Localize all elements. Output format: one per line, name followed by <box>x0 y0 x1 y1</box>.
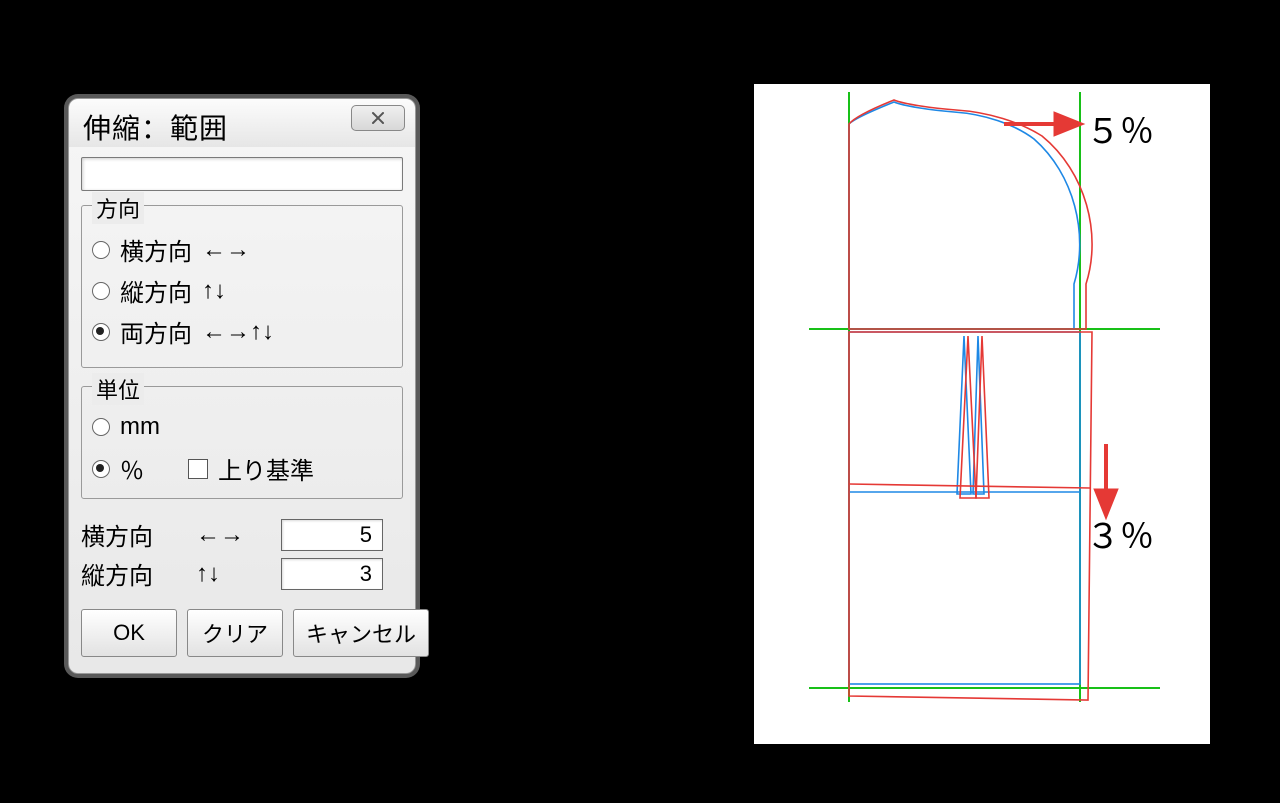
horizontal-label: 横方向 <box>81 517 196 552</box>
vertical-annotation: ３％ <box>1086 509 1154 558</box>
vertical-label: 縦方向 <box>81 556 196 591</box>
vertical-input[interactable]: 3 <box>281 558 383 590</box>
horizontal-input[interactable]: 5 <box>281 519 383 551</box>
unit-group: 単位 mm ％ 上り基準 <box>81 386 403 499</box>
arrows-icon: ↑↓ <box>196 560 281 588</box>
unit-option-mm[interactable]: mm <box>92 413 392 441</box>
clear-button[interactable]: クリア <box>187 609 283 657</box>
close-button[interactable] <box>351 105 405 131</box>
arrows-icon: ←→ <box>196 521 281 549</box>
radio-icon <box>92 460 110 478</box>
vertical-value-row: 縦方向 ↑↓ 3 <box>81 556 403 591</box>
arrows-icon: ←→ <box>202 236 250 264</box>
direction-legend: 方向 <box>92 192 144 224</box>
radio-icon <box>92 323 110 341</box>
arrows-icon: ↑↓ <box>202 277 226 305</box>
stretch-range-dialog: 伸縮：範囲 方向 横方向 ←→ 縦方向 ↑↓ 両方向 <box>68 98 416 674</box>
radio-icon <box>92 241 110 259</box>
option-label: mm <box>120 413 160 441</box>
radio-icon <box>92 282 110 300</box>
direction-option-both[interactable]: 両方向 ←→↑↓ <box>92 314 392 349</box>
radio-icon <box>92 418 110 436</box>
unit-option-percent[interactable]: ％ <box>120 451 144 486</box>
option-label: 縦方向 <box>120 273 192 308</box>
horizontal-value-row: 横方向 ←→ 5 <box>81 517 403 552</box>
close-icon <box>371 111 385 125</box>
dialog-title: 伸縮：範囲 <box>83 107 228 147</box>
direction-option-vertical[interactable]: 縦方向 ↑↓ <box>92 273 392 308</box>
option-label: 両方向 <box>120 314 192 349</box>
agari-checkbox[interactable] <box>188 459 208 479</box>
unit-legend: 単位 <box>92 373 144 405</box>
top-input[interactable] <box>81 157 403 191</box>
arrows-icon: ←→↑↓ <box>202 318 274 346</box>
ok-button[interactable]: OK <box>81 609 177 657</box>
option-label: 横方向 <box>120 232 192 267</box>
horizontal-annotation: ５％ <box>1086 104 1154 153</box>
cancel-button[interactable]: キャンセル <box>293 609 429 657</box>
agari-label: 上り基準 <box>218 451 314 486</box>
dialog-buttons: OK クリア キャンセル <box>81 609 403 657</box>
pattern-svg <box>754 84 1210 744</box>
pattern-preview: ５％ ３％ <box>754 84 1210 744</box>
direction-group: 方向 横方向 ←→ 縦方向 ↑↓ 両方向 ←→↑↓ <box>81 205 403 368</box>
direction-option-horizontal[interactable]: 横方向 ←→ <box>92 232 392 267</box>
dialog-content: 方向 横方向 ←→ 縦方向 ↑↓ 両方向 ←→↑↓ 単位 mm <box>69 147 415 673</box>
titlebar[interactable]: 伸縮：範囲 <box>69 99 415 147</box>
